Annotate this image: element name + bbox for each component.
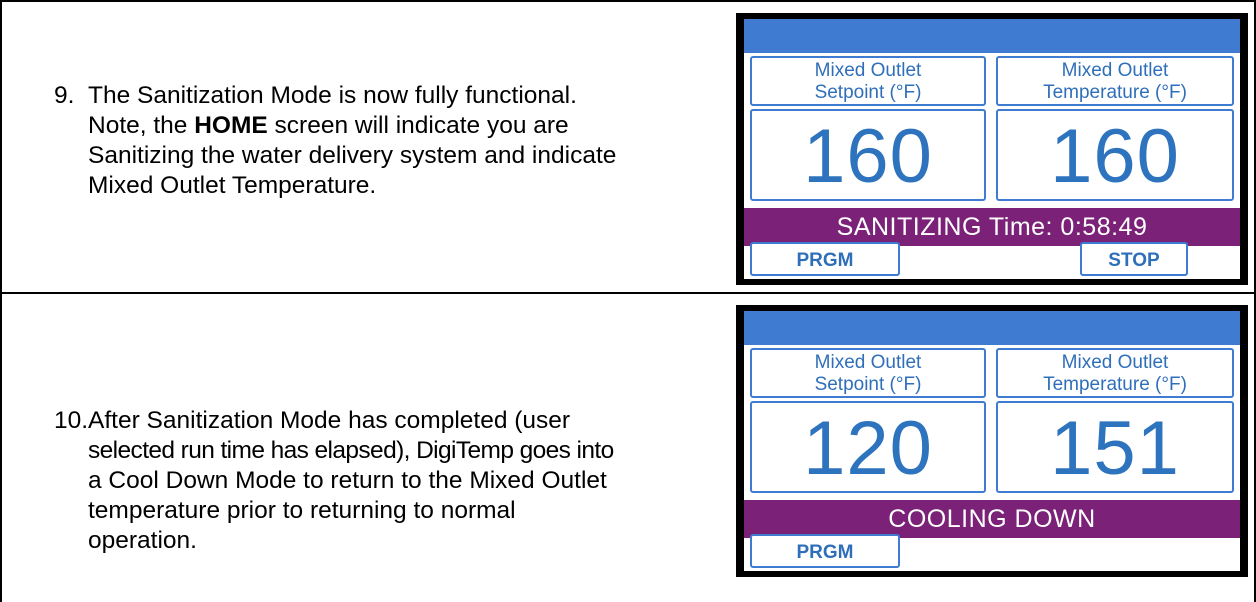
home-screen-sanitizing: Mixed Outlet Setpoint (°F) Mixed Outlet … — [736, 13, 1248, 285]
screen-panel: Mixed Outlet Setpoint (°F) Mixed Outlet … — [744, 53, 1240, 279]
step-10-text: 10. After Sanitization Mode has complete… — [54, 406, 714, 556]
step-line: selected run time has elapsed), DigiTemp… — [88, 437, 614, 464]
instruction-table: 9. The Sanitization Mode is now fully fu… — [0, 0, 1256, 602]
step-10-row: 10. After Sanitization Mode has complete… — [2, 294, 1254, 602]
step-number: 10. — [54, 407, 89, 434]
setpoint-value[interactable]: 120 — [750, 401, 986, 493]
temperature-label: Mixed Outlet Temperature (°F) — [996, 56, 1234, 106]
stop-button[interactable]: STOP — [1080, 242, 1188, 276]
status-bar: COOLING DOWN — [744, 500, 1240, 538]
step-line: a Cool Down Mode to return to the Mixed … — [88, 467, 607, 494]
step-line: After Sanitization Mode has completed (u… — [88, 407, 571, 434]
title-bar — [744, 19, 1240, 53]
step-9-row: 9. The Sanitization Mode is now fully fu… — [2, 2, 1254, 294]
step-number: 9. — [54, 82, 75, 109]
home-screen-cooling: Mixed Outlet Setpoint (°F) Mixed Outlet … — [736, 305, 1248, 577]
prgm-button[interactable]: PRGM — [750, 242, 900, 276]
temperature-label: Mixed Outlet Temperature (°F) — [996, 348, 1234, 398]
prgm-button[interactable]: PRGM — [750, 534, 900, 568]
status-bar: SANITIZING Time: 0:58:49 — [744, 208, 1240, 246]
home-keyword: HOME — [194, 112, 268, 139]
step-line: temperature prior to returning to normal — [88, 497, 516, 524]
step-line: Sanitizing the water delivery system and… — [88, 142, 617, 169]
setpoint-label: Mixed Outlet Setpoint (°F) — [750, 56, 986, 106]
title-bar — [744, 311, 1240, 345]
temperature-value: 151 — [996, 401, 1234, 493]
screen-panel: Mixed Outlet Setpoint (°F) Mixed Outlet … — [744, 345, 1240, 571]
step-line: operation. — [88, 527, 197, 554]
step-line: The Sanitization Mode is now fully funct… — [88, 82, 577, 109]
step-9-text: 9. The Sanitization Mode is now fully fu… — [54, 81, 714, 201]
temperature-value: 160 — [996, 109, 1234, 201]
step-line: Mixed Outlet Temperature. — [88, 172, 377, 199]
setpoint-label: Mixed Outlet Setpoint (°F) — [750, 348, 986, 398]
step-line: Note, the HOME screen will indicate you … — [88, 112, 569, 139]
setpoint-value[interactable]: 160 — [750, 109, 986, 201]
